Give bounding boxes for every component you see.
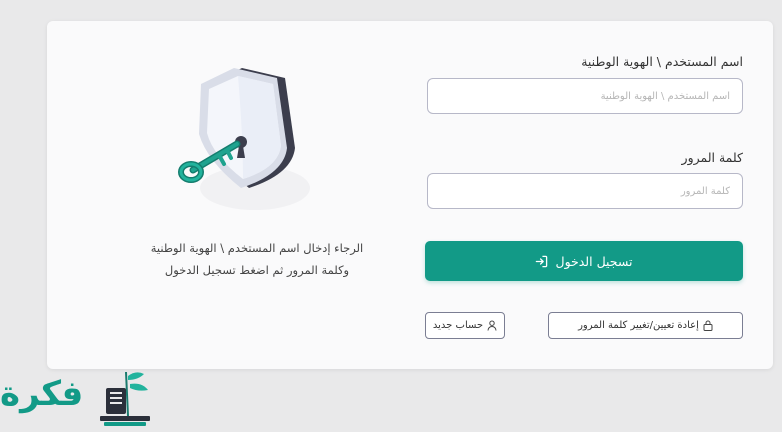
watermark-text: فكرة	[0, 374, 84, 414]
username-label: اسم المستخدم \ الهوية الوطنية	[581, 54, 743, 69]
login-button[interactable]: تسجيل الدخول	[425, 241, 743, 281]
user-icon	[487, 320, 497, 331]
reset-password-button[interactable]: إعادة تعيين/تغيير كلمة المرور	[548, 312, 743, 339]
site-watermark: فكرة	[0, 366, 160, 429]
sign-in-icon	[535, 255, 548, 268]
login-button-label: تسجيل الدخول	[555, 253, 633, 269]
username-input[interactable]	[427, 78, 743, 114]
login-instructions: الرجاء إدخال اسم المستخدم \ الهوية الوطن…	[87, 237, 427, 281]
shield-key-illustration	[167, 56, 327, 226]
login-form: اسم المستخدم \ الهوية الوطنية كلمة المرو…	[425, 21, 743, 369]
new-account-button[interactable]: حساب جديد	[425, 312, 505, 339]
instructions-line-1: الرجاء إدخال اسم المستخدم \ الهوية الوطن…	[150, 241, 364, 255]
new-account-label: حساب جديد	[432, 320, 484, 331]
book-plant-icon	[100, 370, 155, 432]
reset-password-label: إعادة تعيين/تغيير كلمة المرور	[578, 320, 699, 331]
lock-icon	[703, 320, 713, 331]
login-card: اسم المستخدم \ الهوية الوطنية كلمة المرو…	[47, 21, 773, 369]
password-input[interactable]	[427, 173, 743, 209]
instructions-line-2: وكلمة المرور ثم اضغط تسجيل الدخول	[164, 263, 350, 277]
password-label: كلمة المرور	[681, 150, 743, 165]
